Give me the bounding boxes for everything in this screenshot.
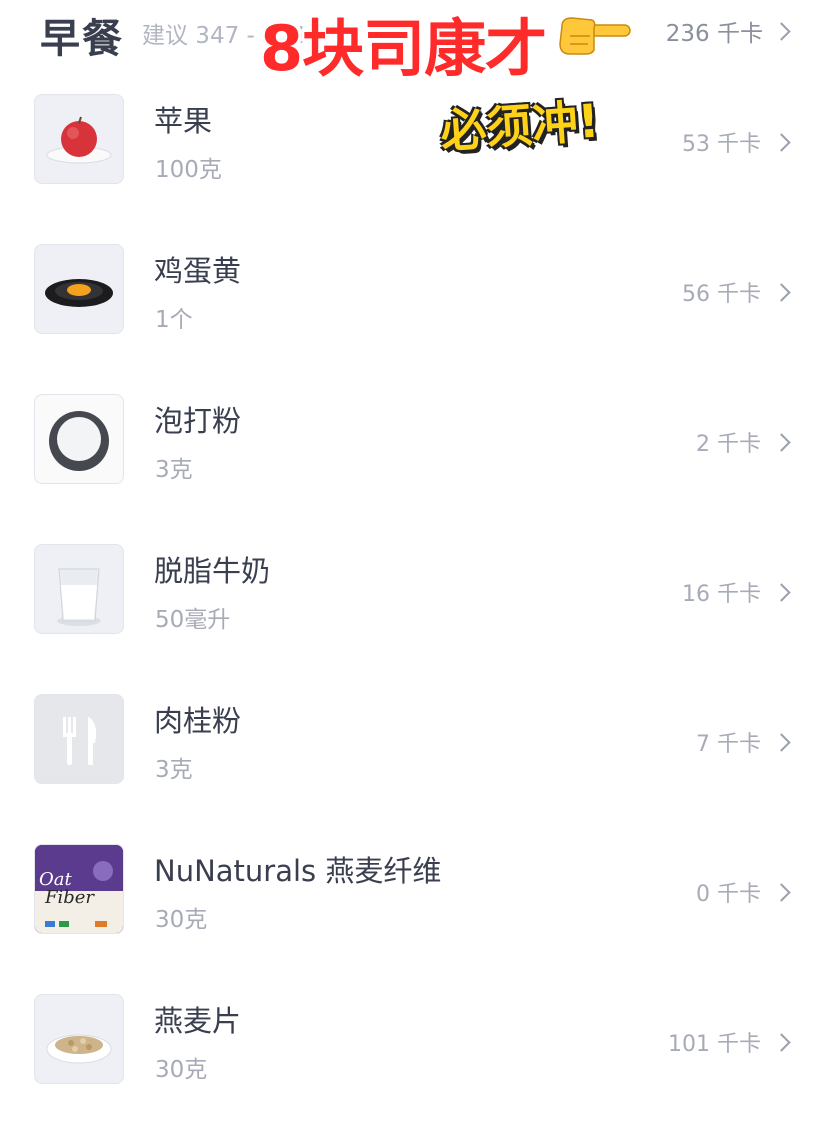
chevron-right-icon: [772, 432, 791, 452]
package-text-fiber: Fiber: [44, 887, 95, 908]
chevron-right-icon: [772, 882, 791, 902]
food-calories: 16 千卡: [682, 576, 792, 608]
food-calories: 56 千卡: [682, 276, 792, 308]
food-row[interactable]: 泡打粉 3克 2 千卡: [0, 392, 824, 542]
oat-flakes-photo: [34, 994, 124, 1084]
chevron-right-icon: [772, 1032, 791, 1052]
pointing-hand-icon: [556, 14, 634, 60]
food-calories-value: 53 千卡: [682, 132, 761, 157]
food-row[interactable]: Oat Fiber NuNaturals 燕麦纤维 30克 0 千卡: [0, 842, 824, 992]
food-row[interactable]: 脱脂牛奶 50毫升 16 千卡: [0, 542, 824, 692]
chevron-right-icon: [772, 282, 791, 302]
food-row[interactable]: 燕麦片 30克 101 千卡: [0, 992, 824, 1142]
meal-total[interactable]: 236 千卡: [666, 14, 792, 48]
meal-total-value: 236 千卡: [665, 21, 763, 47]
food-row[interactable]: 苹果 100克 53 千卡: [0, 92, 824, 242]
egg-yolk-photo: [34, 244, 124, 334]
oat-fiber-package: Oat Fiber: [34, 844, 124, 934]
chevron-right-icon: [772, 582, 791, 602]
food-calories-value: 7 千卡: [696, 732, 761, 757]
food-calories-value: 56 千卡: [682, 282, 761, 307]
overlay-title: 8块司康才: [260, 12, 547, 85]
food-quantity: 1个: [155, 307, 193, 333]
food-calories: 53 千卡: [682, 126, 792, 158]
food-calories: 101 千卡: [668, 1026, 792, 1058]
chevron-right-icon: [772, 132, 791, 152]
food-calories: 7 千卡: [696, 726, 792, 758]
fork-knife-icon: [34, 694, 124, 784]
food-name: 肉桂粉: [154, 704, 242, 738]
food-calories: 2 千卡: [696, 426, 792, 458]
milk-glass-photo: [34, 544, 124, 634]
chevron-right-icon: [772, 21, 791, 41]
baking-powder-photo: [34, 394, 124, 484]
meal-title: 早餐: [40, 16, 124, 62]
food-name: 燕麦片: [154, 1004, 242, 1038]
food-quantity: 50毫升: [155, 607, 231, 633]
food-quantity: 30克: [155, 1057, 208, 1083]
food-calories-value: 0 千卡: [696, 882, 761, 907]
food-calories-value: 101 千卡: [668, 1032, 761, 1057]
food-calories-value: 2 千卡: [696, 432, 761, 457]
food-name: 苹果: [154, 104, 213, 138]
food-quantity: 100克: [155, 157, 222, 183]
food-name: NuNaturals 燕麦纤维: [154, 854, 442, 888]
chevron-right-icon: [772, 732, 791, 752]
food-name: 鸡蛋黄: [154, 254, 242, 288]
apple-photo: [34, 94, 124, 184]
food-quantity: 3克: [155, 757, 193, 783]
food-row[interactable]: 鸡蛋黄 1个 56 千卡: [0, 242, 824, 392]
food-name: 泡打粉: [154, 404, 242, 438]
food-calories-value: 16 千卡: [682, 582, 761, 607]
food-quantity: 30克: [155, 907, 208, 933]
food-row[interactable]: 肉桂粉 3克 7 千卡: [0, 692, 824, 842]
food-name: 脱脂牛奶: [154, 554, 271, 588]
food-quantity: 3克: [155, 457, 193, 483]
food-calories: 0 千卡: [696, 876, 792, 908]
